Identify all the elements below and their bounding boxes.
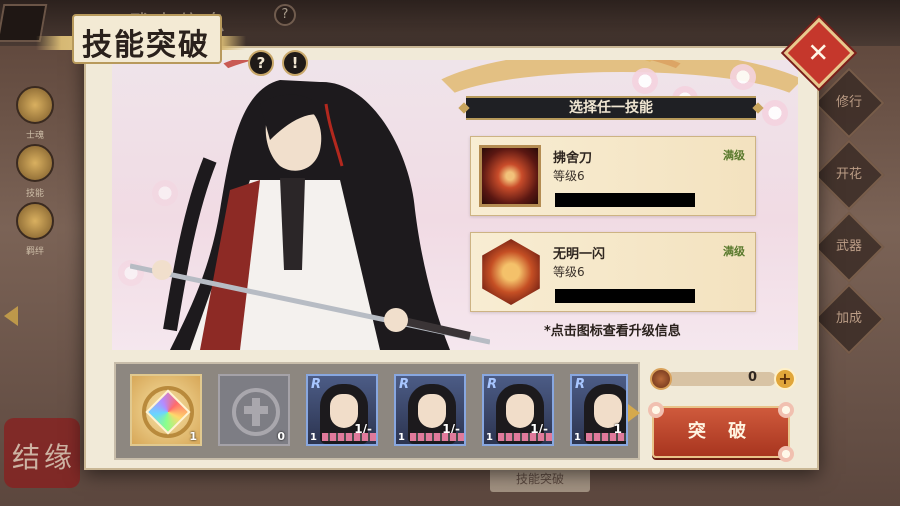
card-star-pips [586,433,626,441]
skill-level: 等级6 [553,169,585,183]
background-left-item: 士魂 [16,86,54,141]
close-icon: ✕ [807,38,830,69]
sakura-icon [632,68,658,94]
rarity-badge: R [399,377,410,392]
character-card-slot[interactable]: R 1/- 1 [394,374,466,446]
upgrade-hint: *点击图标查看升级信息 [544,324,681,339]
background-help-icon: ? [274,4,296,26]
background-left-item: 羁绊 [16,202,54,257]
break-button-label: 突 破 [687,421,755,442]
material-slot[interactable]: 0 [218,374,290,446]
material-slot[interactable]: 1 [130,374,202,446]
help-icon[interactable]: ? [248,50,274,76]
redacted-bar [555,289,695,303]
card-level: 1 [398,432,405,443]
skill-max-badge: 满级 [723,149,745,162]
currency-value: 0 [748,370,758,385]
card-star-pips [498,433,552,441]
skill-card[interactable]: 拂舍刀 等级6 满级 [470,136,756,216]
skill-name: 拂舍刀 [553,151,593,166]
skill-max-badge: 满级 [723,245,745,258]
info-icon[interactable]: ! [282,50,308,76]
cross-icon [244,406,268,414]
background-left-item: 技能 [16,144,54,199]
character-card-slot[interactable]: R 1 1 [570,374,628,446]
material-strip[interactable]: 1 0 R 1/- 1 R 1/- 1 R 1/- 1 R 1 1 [114,362,640,460]
card-level: 1 [574,432,581,443]
rarity-badge: R [575,377,586,392]
dialog-title-plate: 技能突破 [36,10,246,68]
scroll-right-arrow-icon[interactable] [628,404,640,422]
sakura-icon [778,402,794,418]
background-right-item: 武器 [813,211,885,283]
background-left-arrow-icon [4,306,18,326]
background-right-item: 开花 [813,139,885,211]
sakura-icon [762,100,788,126]
character-card-slot[interactable]: R 1/- 1 [482,374,554,446]
flash-skill-icon[interactable] [482,239,540,305]
background-right-item: 加成 [813,283,885,355]
skill-card[interactable]: 无明一闪 等级6 满级 [470,232,756,312]
rarity-badge: R [311,377,322,392]
break-button[interactable]: 突 破 [648,402,794,462]
coin-icon [650,368,672,390]
sakura-icon [778,446,794,462]
item-count: 0 [277,430,285,443]
card-star-pips [322,433,376,441]
dialog-title: 技能突破 [82,28,210,63]
skill-name: 无明一闪 [553,247,606,262]
background-left-menu: 士魂 技能 羁绊 [12,86,58,260]
skill-section-title: 选择任一技能 [466,96,756,120]
redacted-bar [555,193,695,207]
background-seal: 结缘 [4,418,80,488]
currency-bar [666,372,776,386]
card-level: 1 [486,432,493,443]
item-count: 1 [189,430,197,443]
add-currency-button[interactable]: + [774,368,796,390]
sakura-icon [648,402,664,418]
card-level: 1 [310,432,317,443]
slash-skill-icon[interactable] [479,145,541,207]
sakura-icon [730,64,756,90]
rarity-badge: R [487,377,498,392]
character-card-slot[interactable]: R 1/- 1 [306,374,378,446]
background-right-menu: 修行 开花 武器 加成 [813,67,885,366]
skill-level: 等级6 [553,265,585,279]
character-portrait [130,80,490,350]
currency-counter: 0 + [650,368,796,390]
card-star-pips [410,433,464,441]
